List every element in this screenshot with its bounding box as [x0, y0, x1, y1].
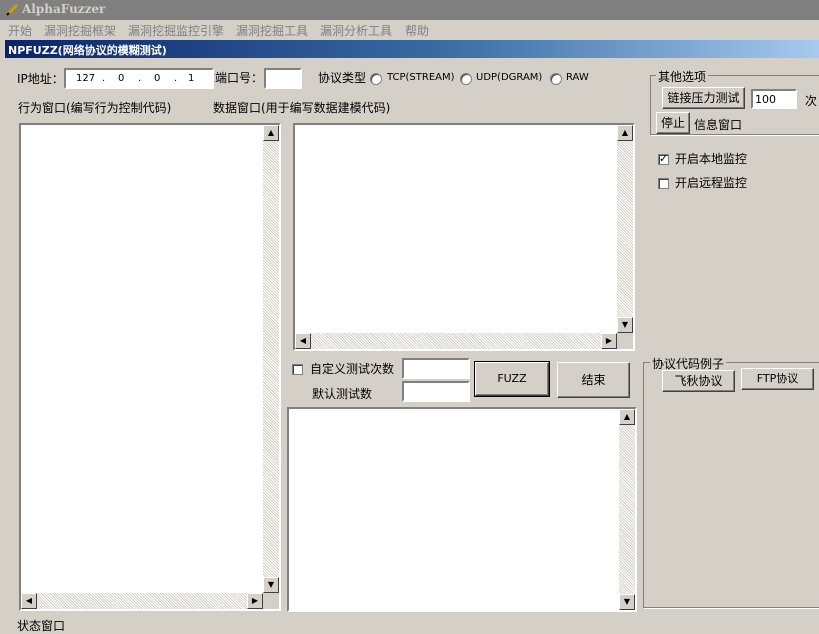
protocol-raw-label: RAW	[566, 72, 589, 83]
scroll-up-icon[interactable]: ▲	[617, 125, 633, 141]
title-bar[interactable]: AlphaFuzzer	[0, 0, 819, 20]
scroll-up-icon[interactable]: ▲	[619, 409, 635, 425]
fuzz-button[interactable]: FUZZ	[474, 361, 550, 397]
ftp-protocol-button[interactable]: FTP协议	[741, 368, 814, 390]
protocol-type-label: 协议类型	[318, 71, 367, 85]
scroll-right-icon[interactable]: ▶	[601, 333, 617, 349]
ip-octet-1[interactable]: 127	[76, 73, 95, 84]
menu-start[interactable]: 开始	[8, 22, 32, 39]
behavior-code-editor[interactable]: ▲ ▼ ◀ ▶	[19, 123, 281, 611]
stop-button[interactable]: 停止	[656, 112, 690, 134]
default-count-input[interactable]	[402, 381, 470, 402]
ip-dot-2: .	[138, 73, 142, 84]
scroll-up-icon[interactable]: ▲	[263, 125, 279, 141]
feiqiu-protocol-button[interactable]: 飞秋协议	[662, 370, 735, 392]
protocol-raw-radio[interactable]	[550, 71, 562, 85]
behavior-window-label: 行为窗口(编写行为控制代码)	[18, 101, 172, 115]
behavior-vertical-scrollbar[interactable]: ▲ ▼	[263, 125, 279, 593]
stress-count-input[interactable]: 100	[751, 89, 797, 109]
menu-fuzz-tools[interactable]: 漏洞挖掘工具	[236, 22, 308, 39]
data-vertical-scrollbar[interactable]: ▲ ▼	[617, 125, 633, 333]
custom-count-label: 自定义测试次数	[310, 362, 395, 376]
data-code-editor[interactable]: ▲ ▼ ◀ ▶	[293, 123, 635, 351]
ip-dot-1: .	[102, 73, 106, 84]
menu-help[interactable]: 帮助	[405, 22, 429, 39]
ip-octet-4[interactable]: 1	[188, 73, 194, 84]
menu-bar: 开始 漏洞挖掘框架 漏洞挖掘监控引擎 漏洞挖掘工具 漏洞分析工具 帮助	[0, 20, 819, 39]
protocol-tcp-label: TCP(STREAM)	[387, 72, 455, 83]
end-button[interactable]: 结束	[557, 362, 630, 398]
data-horizontal-scrollbar[interactable]: ◀ ▶	[295, 333, 617, 349]
output-text-area[interactable]: ▲ ▼	[287, 407, 637, 612]
remote-monitor-checkbox[interactable]	[658, 176, 669, 190]
panel-title: NPFUZZ(网络协议的模糊测试)	[8, 44, 167, 57]
data-window-label: 数据窗口(用于编写数据建模代码)	[213, 101, 391, 115]
stress-count-value: 100	[755, 93, 776, 106]
scroll-down-icon[interactable]: ▼	[263, 577, 279, 593]
port-label: 端口号：	[215, 71, 264, 85]
other-options-title: 其他选项	[656, 68, 709, 85]
local-monitor-label: 开启本地监控	[675, 152, 748, 166]
ip-label: IP地址：	[17, 72, 64, 86]
custom-count-input[interactable]	[402, 358, 470, 379]
info-window-label: 信息窗口	[694, 118, 743, 132]
scrollbar-corner	[617, 333, 633, 349]
times-unit-label: 次	[805, 94, 818, 108]
scroll-down-icon[interactable]: ▼	[619, 594, 635, 610]
scroll-down-icon[interactable]: ▼	[617, 317, 633, 333]
protocol-examples-group	[643, 362, 819, 608]
panel-title-bar[interactable]: NPFUZZ(网络协议的模糊测试)	[5, 40, 819, 58]
scroll-right-icon[interactable]: ▶	[247, 593, 263, 609]
stress-test-button[interactable]: 链接压力测试	[662, 87, 745, 109]
window-title: AlphaFuzzer	[22, 2, 106, 16]
ip-dot-3: .	[174, 73, 178, 84]
remote-monitor-label: 开启远程监控	[675, 176, 748, 190]
menu-monitor-engine[interactable]: 漏洞挖掘监控引擎	[128, 22, 224, 39]
custom-count-checkbox[interactable]	[292, 362, 303, 376]
default-count-label: 默认测试数	[312, 387, 373, 401]
port-input[interactable]	[264, 68, 302, 89]
ip-octet-2[interactable]: 0	[118, 73, 124, 84]
scroll-left-icon[interactable]: ◀	[295, 333, 311, 349]
protocol-udp-radio[interactable]	[460, 71, 472, 85]
pencil-icon	[5, 3, 19, 17]
menu-analysis-tools[interactable]: 漏洞分析工具	[320, 22, 392, 39]
ip-octet-3[interactable]: 0	[154, 73, 160, 84]
local-monitor-checkbox[interactable]	[658, 152, 669, 166]
ip-address-field[interactable]: 127 . 0 . 0 . 1	[64, 68, 214, 89]
status-window-label: 状态窗口	[17, 619, 66, 633]
menu-fuzz-framework[interactable]: 漏洞挖掘框架	[44, 22, 116, 39]
output-vertical-scrollbar[interactable]: ▲ ▼	[619, 409, 635, 610]
scroll-left-icon[interactable]: ◀	[21, 593, 37, 609]
protocol-tcp-radio[interactable]	[370, 71, 382, 85]
scrollbar-corner	[263, 593, 279, 609]
protocol-udp-label: UDP(DGRAM)	[476, 72, 543, 83]
behavior-horizontal-scrollbar[interactable]: ◀ ▶	[21, 593, 263, 609]
